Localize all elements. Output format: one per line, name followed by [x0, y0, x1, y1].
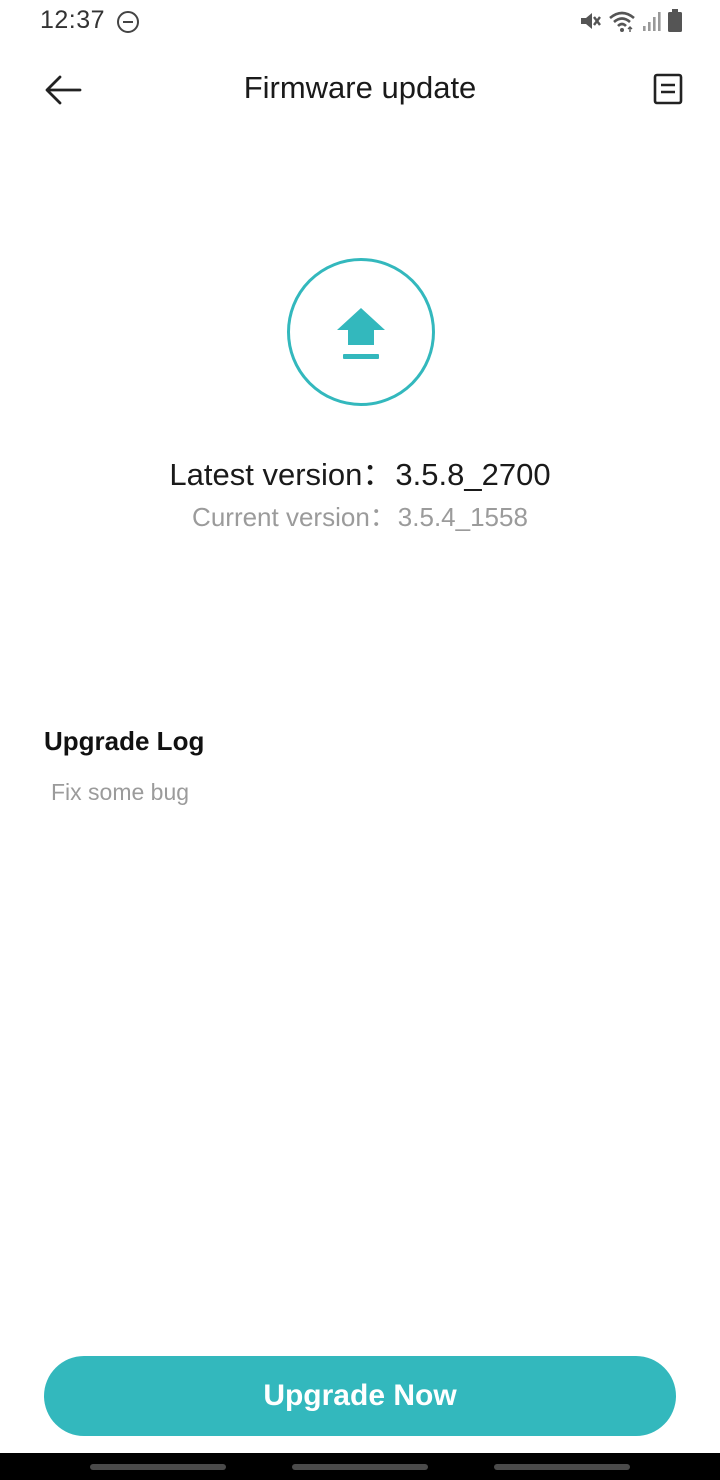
nav-recents-button[interactable]	[90, 1464, 226, 1470]
latest-version: Latest version：3.5.8_2700	[0, 449, 720, 494]
app-header: Firmware update	[0, 58, 720, 122]
upgrade-log-text: Fix some bug	[51, 779, 190, 805]
signal-icon	[643, 12, 661, 31]
wifi-icon	[609, 11, 635, 32]
nav-home-button[interactable]	[292, 1464, 428, 1470]
upgrade-now-button[interactable]: Upgrade Now	[44, 1356, 676, 1436]
latest-version-value: 3.5.8_2700	[395, 457, 551, 492]
system-nav-bar	[0, 1453, 720, 1480]
do-not-disturb-icon	[117, 11, 139, 33]
current-version-label: Current version：	[192, 502, 396, 532]
status-bar: 12:37	[0, 0, 720, 46]
nav-back-button[interactable]	[494, 1464, 630, 1470]
document-icon	[653, 73, 683, 105]
page-title: Firmware update	[243, 70, 477, 105]
document-button[interactable]	[650, 70, 686, 110]
current-version: Current version：3.5.4_1558	[0, 497, 720, 534]
status-time: 12:37	[40, 6, 106, 34]
vibrate-mute-icon	[581, 13, 601, 29]
battery-icon	[668, 9, 682, 32]
current-version-value: 3.5.4_1558	[397, 502, 528, 532]
status-icons	[578, 8, 682, 34]
latest-version-label: Latest version：	[169, 457, 394, 492]
upload-arrow-icon	[337, 308, 385, 359]
upgrade-log-title: Upgrade Log	[44, 726, 205, 756]
upgrade-badge	[287, 258, 435, 406]
